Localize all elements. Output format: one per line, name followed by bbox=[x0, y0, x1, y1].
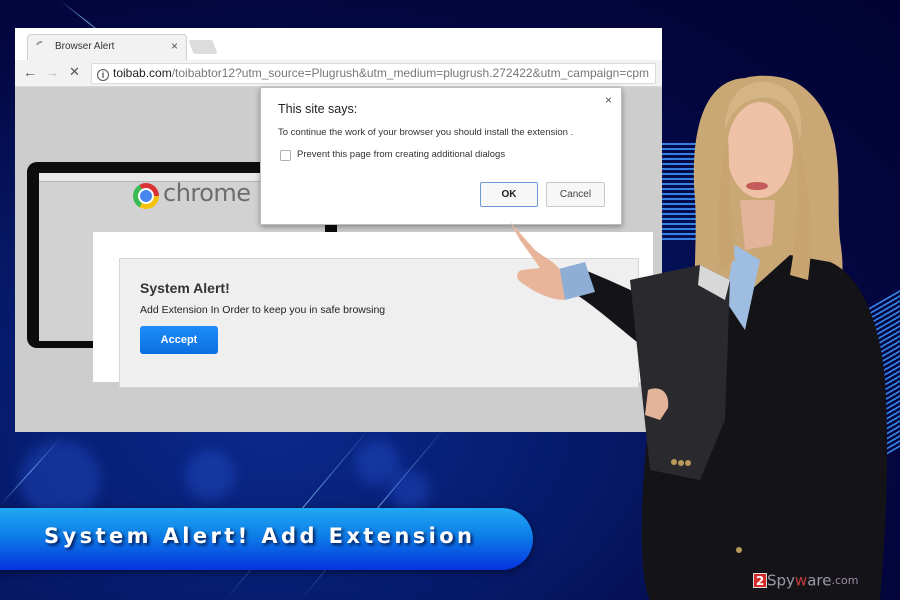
forward-arrow-icon[interactable]: → bbox=[45, 64, 59, 80]
tab-title: Browser Alert bbox=[55, 41, 115, 52]
system-alert-title: System Alert! bbox=[140, 280, 230, 296]
system-alert-overlay: System Alert! Add Extension In Order to … bbox=[93, 232, 653, 388]
accept-button[interactable]: Accept bbox=[140, 326, 218, 354]
presenter-jacket bbox=[641, 255, 888, 600]
site-info-icon[interactable]: i bbox=[97, 69, 109, 81]
tab-strip: Browser Alert × bbox=[15, 28, 662, 60]
dialog-close-icon[interactable]: × bbox=[605, 93, 612, 107]
jacket-button bbox=[736, 547, 742, 553]
loading-spinner-icon bbox=[34, 39, 48, 53]
jacket-button bbox=[671, 459, 677, 465]
url-domain: toibab.com bbox=[113, 66, 172, 80]
ok-button[interactable]: OK bbox=[480, 182, 538, 207]
watermark-text-spy: Spy bbox=[767, 571, 795, 590]
watermark-text-are: are bbox=[807, 571, 832, 590]
presenter-neck bbox=[740, 200, 775, 250]
url-path: /toibabtor12?utm_source=Plugrush&utm_med… bbox=[171, 66, 649, 80]
background-bokeh bbox=[185, 450, 235, 500]
background-circuit-stripes bbox=[662, 140, 722, 240]
presenter-face bbox=[727, 102, 793, 198]
address-bar[interactable]: i toibab.com/toibabtor12?utm_source=Plugr… bbox=[91, 63, 656, 84]
presenter-hair-side bbox=[790, 130, 812, 280]
site-watermark: 2 Spyware.com bbox=[753, 570, 859, 590]
system-alert-box: System Alert! Add Extension In Order to … bbox=[119, 258, 639, 388]
tab-browser-alert[interactable]: Browser Alert × bbox=[27, 34, 187, 60]
chrome-wordmark: chrome bbox=[163, 179, 251, 207]
back-arrow-icon[interactable]: ← bbox=[23, 64, 37, 80]
presenter-binder-pages bbox=[698, 265, 730, 300]
dialog-title: This site says: bbox=[278, 102, 358, 116]
new-tab-button[interactable] bbox=[188, 40, 218, 54]
jacket-button bbox=[685, 460, 691, 466]
caption-banner: System Alert! Add Extension bbox=[0, 508, 533, 570]
tab-close-icon[interactable]: × bbox=[171, 39, 178, 53]
presenter-lips bbox=[746, 182, 768, 190]
watermark-logo-icon: 2 bbox=[753, 573, 767, 588]
chrome-logo-icon bbox=[133, 183, 159, 209]
prevent-dialogs-checkbox[interactable] bbox=[280, 150, 291, 161]
watermark-text-com: .com bbox=[831, 574, 859, 587]
system-alert-message: Add Extension In Order to keep you in sa… bbox=[140, 304, 386, 316]
js-alert-dialog: × This site says: To continue the work o… bbox=[260, 87, 622, 225]
presenter-hair-front bbox=[725, 81, 802, 140]
stop-loading-icon[interactable]: ✕ bbox=[69, 64, 80, 80]
background-bokeh bbox=[390, 470, 430, 510]
watermark-text-w: w bbox=[794, 571, 808, 590]
prevent-dialogs-label[interactable]: Prevent this page from creating addition… bbox=[297, 149, 505, 160]
dialog-message: To continue the work of your browser you… bbox=[278, 127, 574, 138]
caption-text: System Alert! Add Extension bbox=[44, 524, 476, 548]
presenter-shirt bbox=[725, 245, 760, 330]
browser-toolbar: ← → ✕ i toibab.com/toibabtor12?utm_source… bbox=[15, 60, 662, 87]
browser-window: Browser Alert × ← → ✕ i toibab.com/toibab… bbox=[15, 28, 662, 432]
background-circuit-stripes bbox=[855, 287, 900, 473]
jacket-button bbox=[678, 460, 684, 466]
cancel-button[interactable]: Cancel bbox=[546, 182, 605, 207]
